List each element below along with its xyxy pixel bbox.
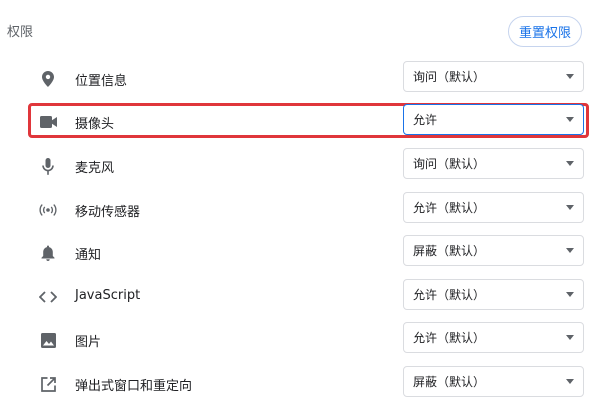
- section-title: 权限: [7, 25, 34, 40]
- open-in-new-icon: [39, 375, 57, 393]
- permission-select-camera[interactable]: 允许: [403, 104, 584, 135]
- permission-label: 图片: [75, 335, 102, 350]
- permission-select-images[interactable]: 允许（默认）: [403, 322, 584, 353]
- permission-select-motion-sensors[interactable]: 允许（默认）: [403, 192, 584, 223]
- permission-row-location: 位置信息 询问（默认）: [30, 61, 586, 102]
- permission-row-camera: 摄像头 允许: [28, 103, 589, 145]
- permission-label: 位置信息: [75, 74, 128, 89]
- permission-row-motion-sensors: 移动传感器 允许（默认）: [30, 192, 586, 233]
- dropdown-caret-icon: [566, 161, 574, 166]
- permission-row-javascript: JavaScript 允许（默认）: [30, 279, 586, 320]
- select-value: 屏蔽（默认）: [413, 244, 486, 258]
- site-settings-permissions: 权限 重置权限 位置信息 询问（默认） 摄像头 允许 麦克风 询问（默认） 移动…: [0, 0, 600, 397]
- dropdown-caret-icon: [566, 379, 574, 384]
- permission-label: 摄像头: [75, 117, 115, 132]
- camera-icon: [39, 113, 57, 131]
- permission-select-location[interactable]: 询问（默认）: [403, 61, 584, 92]
- permission-row-microphone: 麦克风 询问（默认）: [30, 148, 586, 189]
- permission-label: 移动传感器: [75, 205, 141, 220]
- dropdown-caret-icon: [566, 205, 574, 210]
- permission-label: 通知: [75, 248, 102, 263]
- select-value: 允许（默认）: [413, 201, 486, 215]
- permission-row-notifications: 通知 屏蔽（默认）: [30, 235, 586, 276]
- permission-select-microphone[interactable]: 询问（默认）: [403, 148, 584, 179]
- permission-row-popups-redirects: 弹出式窗口和重定向 屏蔽（默认）: [30, 366, 586, 397]
- reset-permissions-button[interactable]: 重置权限: [508, 16, 582, 47]
- select-value: 允许（默认）: [413, 331, 486, 345]
- select-value: 屏蔽（默认）: [413, 375, 486, 389]
- dropdown-caret-icon: [566, 292, 574, 297]
- dropdown-caret-icon: [566, 74, 574, 79]
- select-value: 允许: [413, 113, 438, 127]
- permission-label: JavaScript: [75, 288, 141, 303]
- motion-sensor-icon: [39, 201, 57, 219]
- image-icon: [39, 331, 57, 349]
- permission-label: 麦克风: [75, 161, 115, 176]
- permission-label: 弹出式窗口和重定向: [75, 379, 193, 394]
- permission-row-images: 图片 允许（默认）: [30, 322, 586, 363]
- permission-select-javascript[interactable]: 允许（默认）: [403, 279, 584, 310]
- bell-icon: [39, 244, 57, 262]
- select-value: 询问（默认）: [413, 157, 486, 171]
- code-icon: [39, 288, 57, 306]
- select-value: 询问（默认）: [413, 70, 486, 84]
- microphone-icon: [39, 157, 57, 175]
- permission-select-popups-redirects[interactable]: 屏蔽（默认）: [403, 366, 584, 397]
- dropdown-caret-icon: [566, 117, 574, 122]
- select-value: 允许（默认）: [413, 288, 486, 302]
- location-pin-icon: [39, 70, 57, 88]
- dropdown-caret-icon: [566, 248, 574, 253]
- permission-select-notifications[interactable]: 屏蔽（默认）: [403, 235, 584, 266]
- dropdown-caret-icon: [566, 335, 574, 340]
